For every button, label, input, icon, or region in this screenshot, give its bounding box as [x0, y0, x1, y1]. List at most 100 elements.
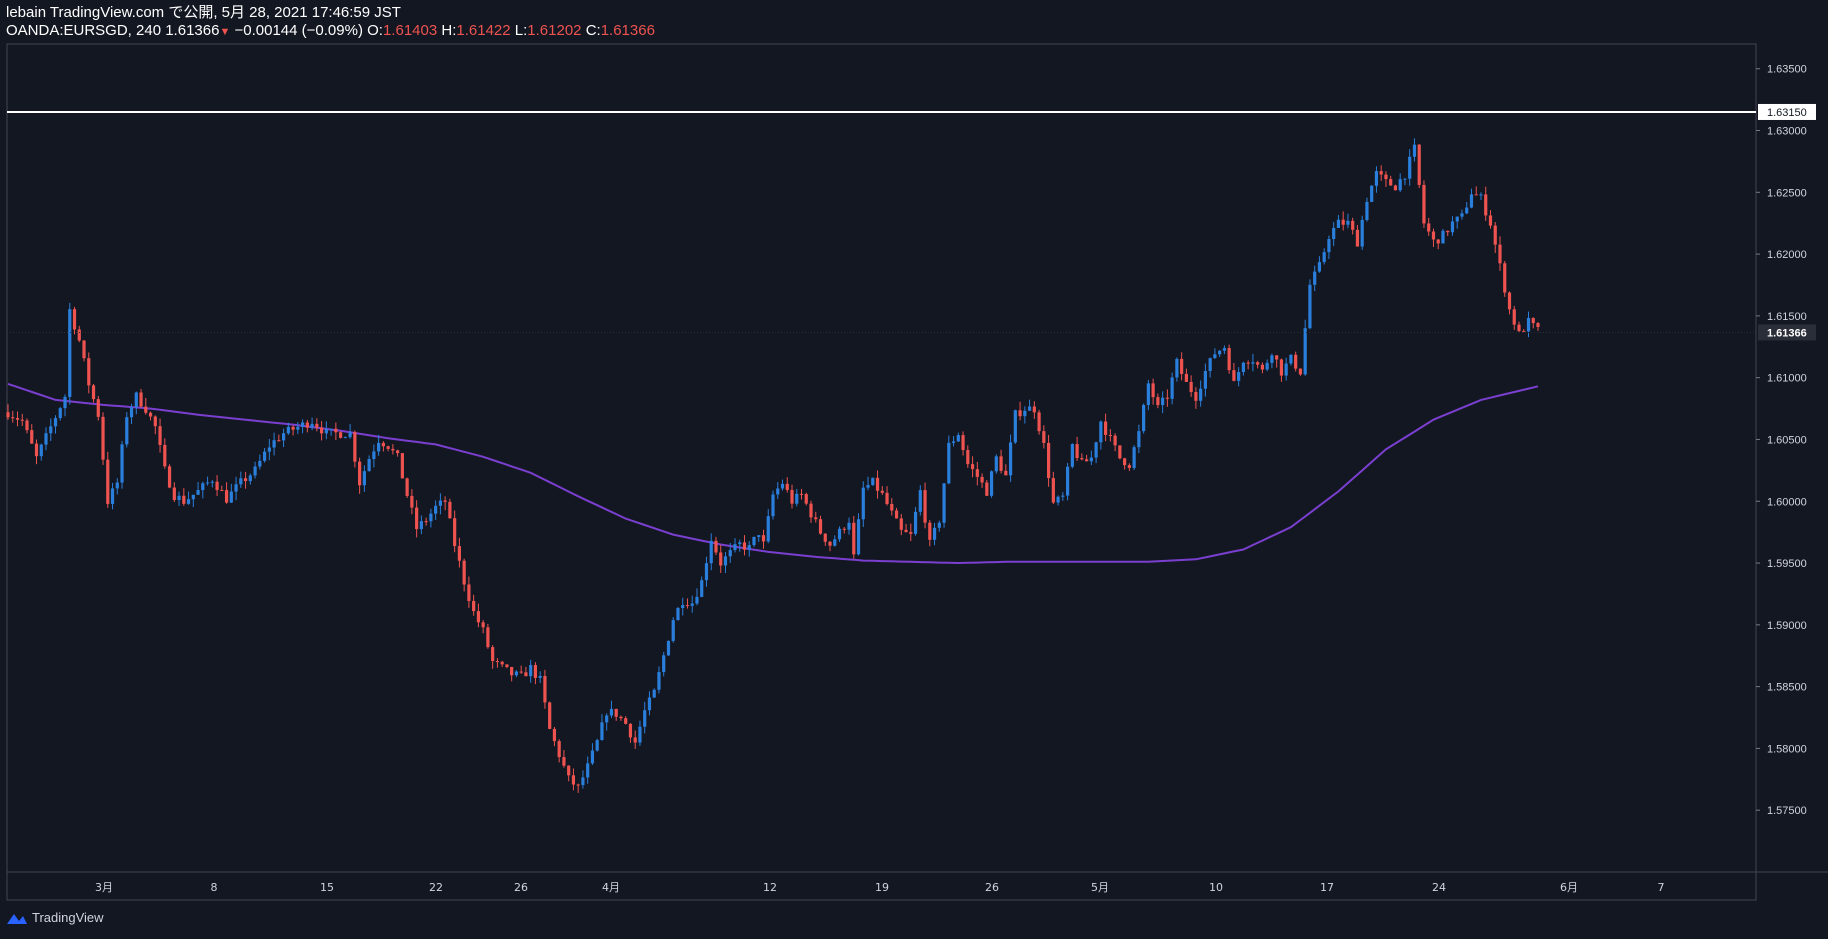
candle-body — [785, 483, 789, 490]
candle-body — [1075, 444, 1079, 459]
candle-body — [362, 471, 366, 486]
time-axis[interactable]: 3月 8 15 22 26 4月 12 19 26 5月 10 17 24 6月 7 — [95, 881, 1665, 894]
candle-body — [1070, 444, 1074, 467]
candle-body — [1313, 271, 1317, 285]
candle-body — [1493, 225, 1497, 245]
candle-body — [296, 426, 300, 430]
candle-body — [1222, 348, 1226, 351]
candle-body — [1008, 442, 1013, 476]
candle-body — [833, 539, 837, 546]
candle-body — [1237, 372, 1241, 381]
candle-body — [25, 420, 29, 431]
candle-body — [1089, 457, 1093, 462]
candle-body — [476, 611, 481, 623]
price-tick-label: 1.62500 — [1767, 187, 1807, 199]
candle-body — [1065, 466, 1070, 496]
candle-body — [1175, 358, 1179, 378]
candle-body — [405, 478, 409, 496]
candle-body — [210, 481, 214, 483]
candle-body — [647, 697, 652, 711]
candle-body — [1441, 230, 1445, 244]
candle-body — [733, 544, 737, 550]
candle-body — [856, 519, 861, 555]
candle-body — [1189, 381, 1193, 393]
brand-label: TradingView — [32, 910, 104, 925]
candle-body — [277, 440, 281, 442]
candle-body — [671, 620, 675, 641]
candle-body — [129, 407, 134, 418]
candle-body — [400, 453, 404, 479]
candle-body — [1294, 354, 1298, 369]
candle-body — [53, 418, 58, 427]
candle-body — [605, 715, 609, 723]
candle-body — [1137, 431, 1141, 448]
candle-body — [780, 483, 785, 489]
candle-body — [1142, 404, 1146, 432]
candle-body — [1370, 185, 1374, 202]
candle-body — [1512, 309, 1516, 325]
candle-body — [49, 426, 53, 434]
candle-body — [1256, 362, 1260, 365]
candle-body — [44, 433, 48, 445]
candle-body — [1232, 370, 1236, 381]
price-chart[interactable]: 1.63150 1.61366 1.63500 1.63000 1.62500 1.62… — [0, 0, 1828, 939]
candle-body — [443, 500, 447, 502]
candle-body — [163, 444, 167, 467]
candle-body — [1450, 221, 1455, 233]
candle-body — [486, 627, 490, 648]
candle-body — [472, 600, 476, 612]
price-tick-label: 1.59500 — [1767, 558, 1807, 570]
candle-body — [1389, 179, 1393, 186]
candle-body — [1113, 435, 1117, 446]
candle-body — [1118, 445, 1122, 459]
candle-body — [985, 482, 989, 496]
candle-body — [11, 417, 15, 419]
candle-body — [1393, 185, 1398, 191]
candle-body — [652, 689, 656, 698]
candle-body — [947, 442, 951, 484]
candle-body — [1108, 434, 1112, 436]
candle-body — [624, 718, 628, 724]
candle-body — [1032, 406, 1036, 413]
chart-frame — [6, 43, 1757, 901]
candle-body — [586, 763, 590, 778]
candle-body — [1180, 358, 1184, 374]
candle-body — [909, 532, 913, 534]
candle-body — [685, 605, 690, 607]
candle-body — [1460, 213, 1464, 217]
price-axis[interactable]: 1.63500 1.63000 1.62500 1.62000 1.61500 1.610… — [1756, 64, 1807, 817]
candle-body — [1303, 328, 1307, 375]
candle-body — [381, 442, 385, 447]
candle-body — [709, 540, 713, 564]
price-tick-label: 1.61500 — [1767, 311, 1807, 323]
candle-body — [571, 775, 576, 785]
horizontal-line[interactable]: 1.63150 1.61366 — [7, 103, 1816, 341]
candle-body — [514, 671, 519, 676]
candle-body — [548, 702, 552, 729]
candle-body — [1156, 397, 1160, 406]
candle-body — [1336, 219, 1341, 228]
candle-body — [1085, 459, 1089, 462]
candle-body — [281, 433, 286, 441]
candle-body — [1123, 458, 1127, 466]
candle-body — [1203, 371, 1207, 389]
candle-body — [980, 476, 984, 483]
candle-body — [818, 519, 823, 534]
candle-body — [258, 460, 262, 467]
candle-body — [761, 535, 766, 542]
candle-body — [396, 450, 400, 454]
candle-body — [871, 477, 875, 486]
candle-body — [1374, 171, 1379, 186]
candle-body — [704, 563, 709, 581]
candle-body — [1265, 362, 1269, 370]
candle-body — [1037, 412, 1041, 432]
candle-body — [343, 437, 347, 439]
candle-body — [595, 740, 599, 751]
candle-body — [320, 427, 324, 434]
candle-body — [429, 513, 433, 522]
candle-body — [215, 481, 219, 491]
candle-body — [804, 494, 808, 504]
candle-body — [899, 518, 903, 530]
candle-body — [144, 406, 148, 413]
candle-body — [248, 475, 252, 482]
